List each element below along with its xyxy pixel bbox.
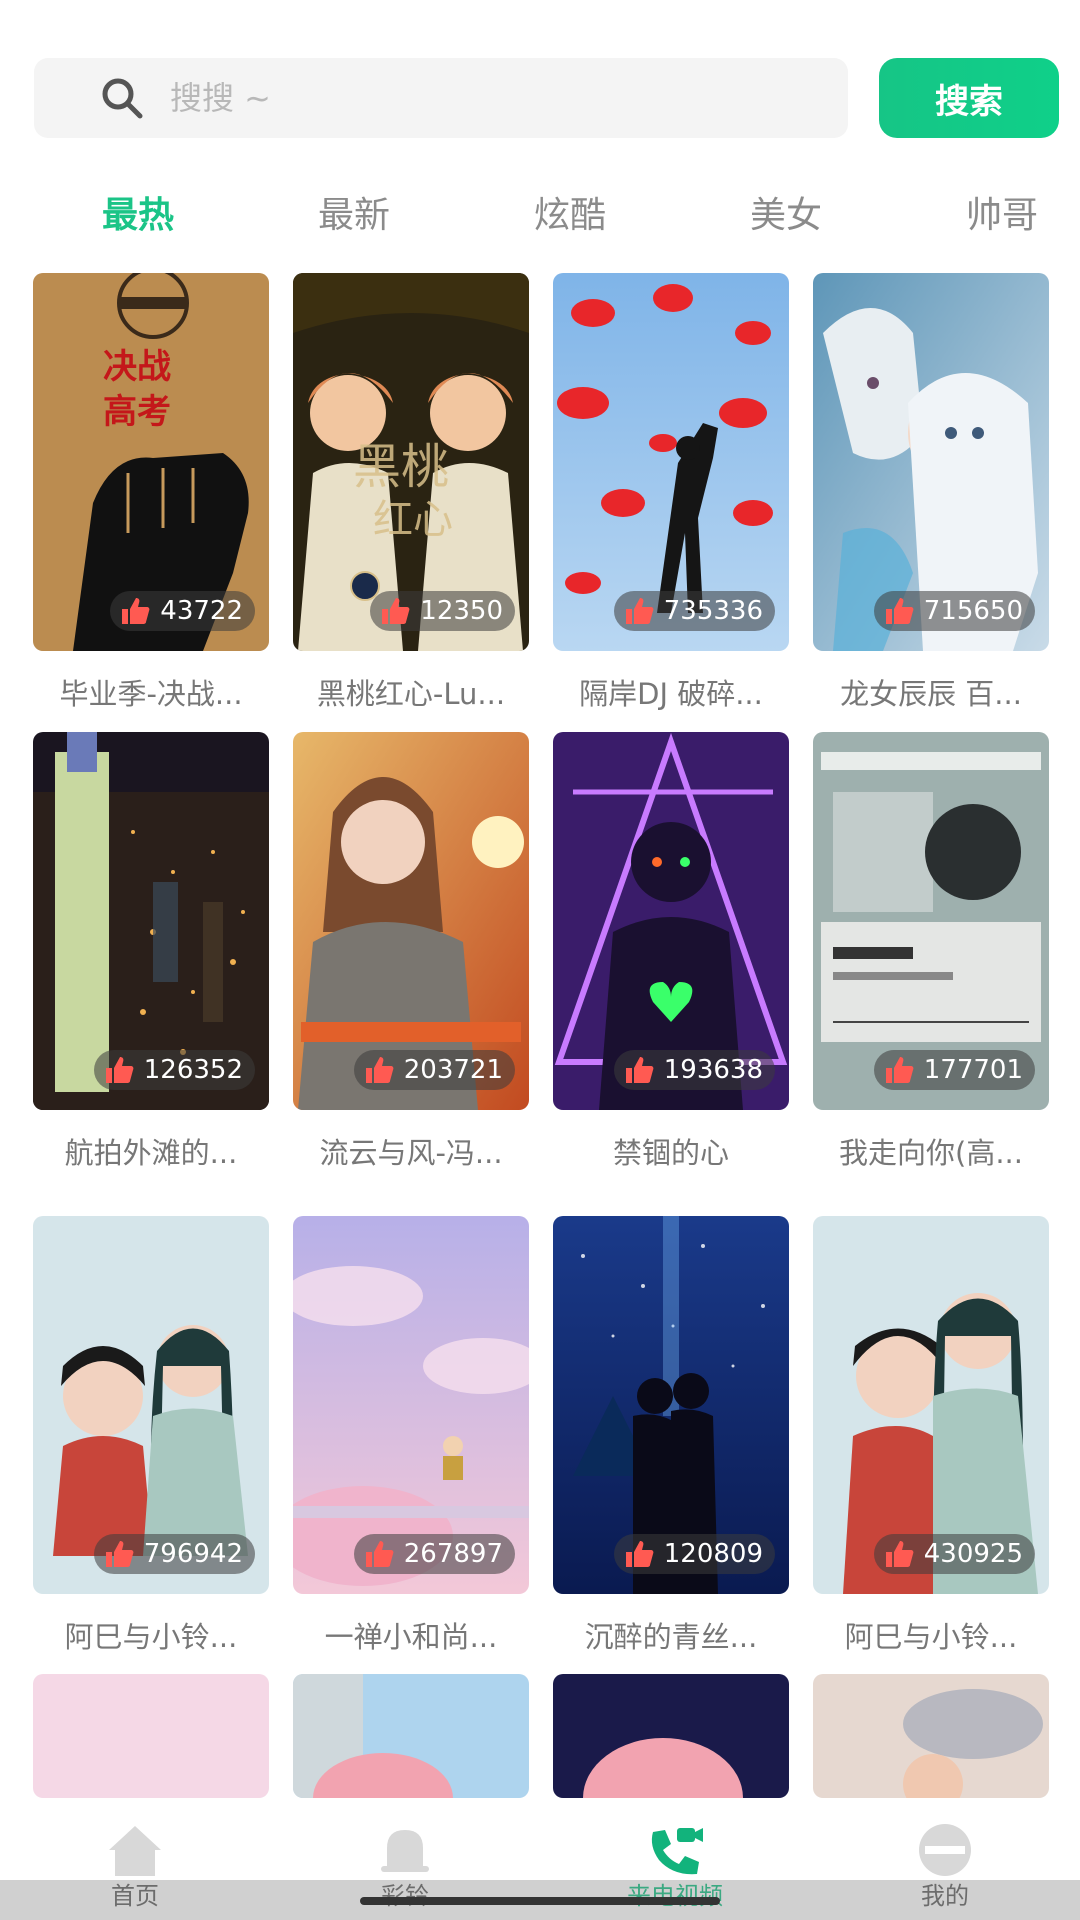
like-count-badge: 203721 [353, 1050, 515, 1090]
video-thumbnail[interactable]: 黑桃 红心 12350 [293, 273, 529, 651]
video-caption[interactable]: 阿巳与小铃... [813, 1614, 1049, 1656]
video-caption[interactable]: 我走向你(高... [813, 1130, 1049, 1172]
svg-text:决战: 决战 [103, 347, 171, 387]
search-icon [102, 78, 143, 119]
video-thumbnail[interactable]: 120809 [553, 1216, 789, 1594]
tab-handsome[interactable]: 帅哥 [966, 186, 1038, 238]
like-count-badge: 126352 [93, 1050, 255, 1090]
video-caption[interactable]: 龙女辰辰 百... [813, 671, 1049, 713]
video-caption[interactable]: 毕业季-决战... [33, 671, 269, 713]
video-card[interactable]: 267897 一禅小和尚... [293, 1216, 529, 1656]
thumbs-up-icon [365, 1057, 394, 1083]
like-count: 735336 [663, 596, 763, 626]
video-caption[interactable]: 黑桃红心-Lu... [293, 671, 529, 713]
thumbs-up-icon [365, 1541, 394, 1567]
video-card[interactable] [553, 1674, 789, 1798]
video-thumbnail[interactable] [293, 1674, 529, 1798]
like-count: 796942 [143, 1539, 243, 1569]
video-thumbnail[interactable] [813, 1674, 1049, 1798]
video-card[interactable] [33, 1674, 269, 1798]
video-caption[interactable]: 禁锢的心 [553, 1130, 789, 1172]
video-card[interactable] [813, 1674, 1049, 1798]
home-indicator[interactable] [360, 1897, 720, 1905]
like-count: 203721 [403, 1055, 503, 1085]
like-count: 715650 [923, 596, 1023, 626]
tab-beauty[interactable]: 美女 [750, 186, 822, 238]
like-count-badge: 267897 [353, 1534, 515, 1574]
like-count: 120809 [663, 1539, 763, 1569]
video-card[interactable]: 796942 阿巳与小铃... [33, 1216, 269, 1656]
video-thumbnail[interactable]: 267897 [293, 1216, 529, 1594]
video-card[interactable]: 430925 阿巳与小铃... [813, 1216, 1049, 1656]
like-count: 43722 [160, 596, 243, 626]
svg-text:红心: 红心 [373, 497, 453, 543]
video-thumbnail[interactable] [33, 1674, 269, 1798]
video-thumbnail[interactable]: 决战 高考 43722 [33, 273, 269, 651]
video-call-icon [651, 1828, 703, 1875]
svg-text:黑桃: 黑桃 [353, 439, 449, 495]
video-caption[interactable]: 阿巳与小铃... [33, 1614, 269, 1656]
video-card[interactable]: 735336 隔岸DJ 破碎... [553, 273, 789, 713]
search-input[interactable] [168, 78, 772, 118]
like-count-badge: 796942 [93, 1534, 255, 1574]
thumbs-up-icon [885, 1057, 914, 1083]
video-card[interactable]: 177701 我走向你(高... [813, 732, 1049, 1172]
video-card[interactable]: 决战 高考 43722 毕业季-决战... [33, 273, 269, 713]
thumbs-up-icon [105, 1057, 134, 1083]
tab-hottest[interactable]: 最热 [102, 186, 174, 238]
thumbs-up-icon [122, 598, 150, 624]
like-count-badge: 715650 [873, 591, 1035, 631]
thumbs-up-icon [885, 1541, 914, 1567]
like-count: 193638 [663, 1055, 763, 1085]
video-card[interactable]: 120809 沉醉的青丝... [553, 1216, 789, 1656]
video-card[interactable] [293, 1674, 529, 1798]
video-thumbnail[interactable]: 796942 [33, 1216, 269, 1594]
video-card[interactable]: 715650 龙女辰辰 百... [813, 273, 1049, 713]
video-caption[interactable]: 沉醉的青丝... [553, 1614, 789, 1656]
like-count: 430925 [923, 1539, 1023, 1569]
video-thumbnail[interactable]: 203721 [293, 732, 529, 1110]
like-count-badge: 735336 [613, 591, 775, 631]
video-caption[interactable]: 航拍外滩的... [33, 1130, 269, 1172]
thumbs-up-icon [382, 598, 410, 624]
video-thumbnail[interactable]: 177701 [813, 732, 1049, 1110]
search-button[interactable]: 搜索 [879, 58, 1059, 138]
video-card[interactable]: 193638 禁锢的心 [553, 732, 789, 1172]
thumbs-up-icon [105, 1541, 134, 1567]
video-caption[interactable]: 隔岸DJ 破碎... [553, 671, 789, 713]
like-count-badge: 12350 [370, 591, 515, 631]
video-thumbnail[interactable]: 430925 [813, 1216, 1049, 1594]
video-caption[interactable]: 一禅小和尚... [293, 1614, 529, 1656]
thumbs-up-icon [625, 598, 654, 624]
svg-text:高考: 高考 [103, 392, 171, 432]
thumbs-up-icon [885, 598, 914, 624]
like-count: 177701 [923, 1055, 1023, 1085]
like-count-badge: 43722 [110, 591, 255, 631]
video-thumbnail[interactable]: 715650 [813, 273, 1049, 651]
search-bar[interactable] [34, 58, 848, 138]
like-count: 126352 [143, 1055, 243, 1085]
like-count-badge: 177701 [873, 1050, 1035, 1090]
thumbs-up-icon [625, 1541, 654, 1567]
video-card[interactable]: 126352 航拍外滩的... [33, 732, 269, 1172]
video-thumbnail[interactable] [553, 1674, 789, 1798]
video-thumbnail[interactable]: 193638 [553, 732, 789, 1110]
video-thumbnail[interactable]: 735336 [553, 273, 789, 651]
tab-cool[interactable]: 炫酷 [534, 186, 606, 238]
video-card[interactable]: 黑桃 红心 12350 黑桃红心-Lu... [293, 273, 529, 713]
thumbs-up-icon [625, 1057, 654, 1083]
profile-icon [919, 1824, 971, 1876]
tab-newest[interactable]: 最新 [318, 186, 390, 238]
video-caption[interactable]: 流云与风-冯... [293, 1130, 529, 1172]
video-thumbnail[interactable]: 126352 [33, 732, 269, 1110]
like-count: 267897 [403, 1539, 503, 1569]
category-tabs: 最热 最新 炫酷 美女 帅哥 [0, 186, 1080, 242]
like-count-badge: 430925 [873, 1534, 1035, 1574]
like-count: 12350 [420, 596, 503, 626]
video-card[interactable]: 203721 流云与风-冯... [293, 732, 529, 1172]
bell-icon [381, 1830, 429, 1872]
like-count-badge: 193638 [613, 1050, 775, 1090]
like-count-badge: 120809 [613, 1534, 775, 1574]
home-icon [109, 1826, 161, 1876]
